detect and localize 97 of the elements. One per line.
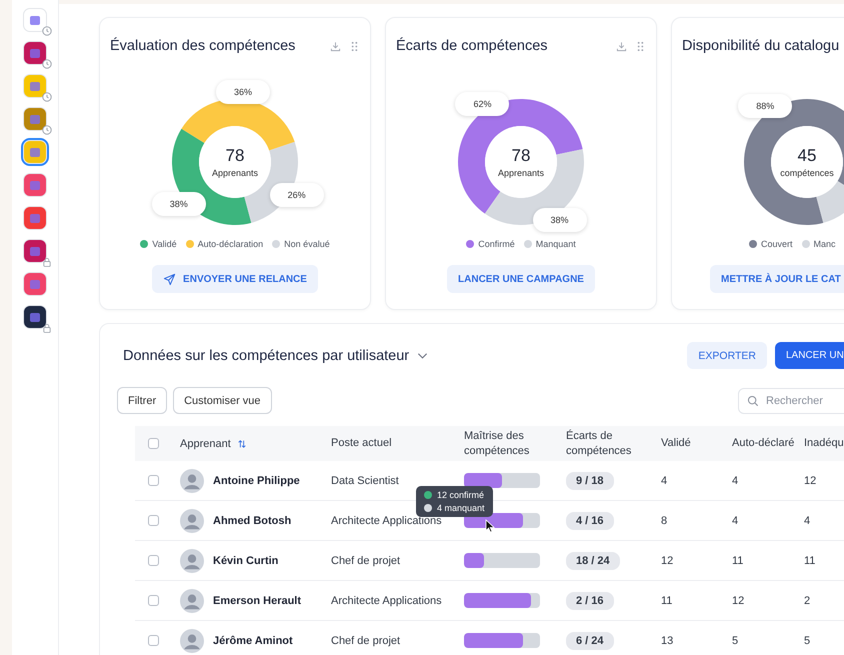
gap-badge: 4 / 16 — [566, 512, 614, 530]
action-button[interactable]: METTRE À JOUR LE CAT — [710, 265, 844, 293]
learner-name: Antoine Philippe — [213, 474, 300, 486]
job-title: Chef de projet — [331, 554, 400, 566]
app-icon[interactable] — [23, 305, 47, 329]
card-title: Disponibilité du catalogu — [682, 38, 840, 54]
avatar-icon — [180, 548, 204, 572]
table-cell: 5 — [804, 634, 810, 646]
table-cell: 12 — [804, 474, 816, 486]
gap-badge: 6 / 24 — [566, 632, 614, 650]
tooltip-text: 4 manquant — [437, 503, 485, 513]
section-title: Données sur les compétences par utilisateur — [123, 348, 410, 364]
select-all-checkbox[interactable] — [148, 438, 158, 449]
gap-badge: 2 / 16 — [566, 592, 614, 610]
legend-label: Auto-déclaration — [198, 239, 264, 249]
download-icon[interactable] — [330, 40, 341, 52]
job-title: Chef de projet — [331, 634, 400, 646]
drag-handle-icon[interactable] — [349, 40, 360, 52]
job-title: Architecte Applications — [331, 514, 442, 526]
table-cell: 5 — [732, 634, 738, 646]
column-header: Écarts de compétences — [566, 429, 632, 458]
legend-label: Non évalué — [284, 239, 330, 249]
tooltip-text: 12 confirmé — [437, 490, 484, 500]
percentage-label: 38% — [152, 192, 206, 216]
export-button[interactable]: EXPORTER — [687, 342, 767, 369]
table-cell: 11 — [804, 554, 816, 566]
cursor-icon — [485, 519, 495, 533]
table-cell: 8 — [661, 514, 668, 526]
table-cell: 12 — [732, 594, 744, 606]
learner-name: Jérôme Aminot — [213, 634, 293, 646]
row-checkbox[interactable] — [148, 635, 158, 646]
action-button[interactable]: ENVOYER UNE RELANCE — [152, 265, 318, 293]
legend-label: Couvert — [761, 239, 793, 249]
row-checkbox[interactable] — [148, 515, 158, 526]
center-value: 78 — [512, 146, 530, 166]
avatar-icon — [180, 588, 204, 612]
launch-button[interactable]: LANCER UN — [775, 342, 844, 369]
legend-label: Confirmé — [478, 239, 515, 249]
center-label: Apprenants — [212, 168, 258, 178]
percentage-label: 62% — [455, 92, 510, 116]
center-value: 78 — [226, 146, 244, 166]
clock-icon — [42, 125, 52, 135]
row-checkbox[interactable] — [148, 475, 158, 486]
customize-view-button[interactable]: Customiser vue — [173, 387, 272, 414]
table-cell: 11 — [732, 554, 744, 566]
clock-icon — [42, 59, 52, 69]
learner-name: Ahmed Botosh — [213, 514, 292, 526]
drag-handle-icon[interactable] — [635, 40, 646, 52]
table-cell: 13 — [661, 634, 674, 646]
search-field[interactable]: Rechercher — [738, 388, 844, 414]
clock-icon — [42, 26, 52, 36]
column-header: Auto-déclaré — [732, 436, 794, 451]
row-checkbox[interactable] — [148, 555, 158, 566]
sort-icon[interactable] — [236, 438, 247, 448]
column-header: Maîtrise des compétences — [464, 429, 530, 458]
card-title: Évaluation des compétences — [110, 38, 296, 54]
center-value: 45 — [798, 146, 816, 166]
percentage-label: 26% — [270, 183, 324, 208]
action-button[interactable]: LANCER UNE CAMPAGNE — [447, 265, 595, 293]
percentage-label: 36% — [216, 80, 270, 104]
table-cell: 4 — [661, 474, 668, 486]
gap-badge: 18 / 24 — [566, 552, 620, 570]
table-cell: 4 — [732, 514, 738, 526]
job-title: Data Scientist — [331, 474, 399, 486]
table-cell: 12 — [661, 554, 674, 566]
percentage-label: 88% — [738, 94, 792, 118]
column-header: Inadéqu — [804, 436, 844, 451]
table-cell: 4 — [732, 474, 738, 486]
gap-badge: 9 / 18 — [566, 472, 614, 490]
table-cell: 4 — [804, 514, 810, 526]
table-cell: 2 — [804, 594, 810, 606]
legend-label: Manquant — [536, 239, 576, 249]
row-checkbox[interactable] — [148, 595, 158, 606]
filter-button[interactable]: Filtrer — [117, 387, 168, 414]
column-header: Validé — [661, 436, 691, 451]
download-icon[interactable] — [616, 40, 627, 52]
lock-icon — [42, 323, 52, 333]
lock-icon — [42, 257, 52, 267]
learner-name: Emerson Herault — [213, 594, 302, 606]
legend-label: Validé — [152, 239, 177, 249]
column-header[interactable]: Apprenant — [180, 438, 231, 450]
center-label: compétences — [780, 168, 834, 178]
percentage-label: 38% — [532, 208, 587, 232]
column-header: Poste actuel — [331, 436, 392, 451]
send-icon — [163, 272, 176, 286]
job-title: Architecte Applications — [331, 594, 442, 606]
center-label: Apprenants — [498, 168, 544, 178]
avatar-icon — [180, 468, 204, 492]
learner-name: Kévin Curtin — [213, 554, 278, 566]
avatar-icon — [180, 628, 204, 652]
legend-label: Manc — [814, 239, 836, 249]
chevron-down-icon[interactable] — [417, 352, 428, 360]
avatar-icon — [180, 508, 204, 532]
card-title: Écarts de compétences — [396, 38, 549, 54]
table-cell: 11 — [661, 594, 672, 606]
search-icon — [747, 394, 759, 406]
clock-icon — [42, 92, 52, 102]
